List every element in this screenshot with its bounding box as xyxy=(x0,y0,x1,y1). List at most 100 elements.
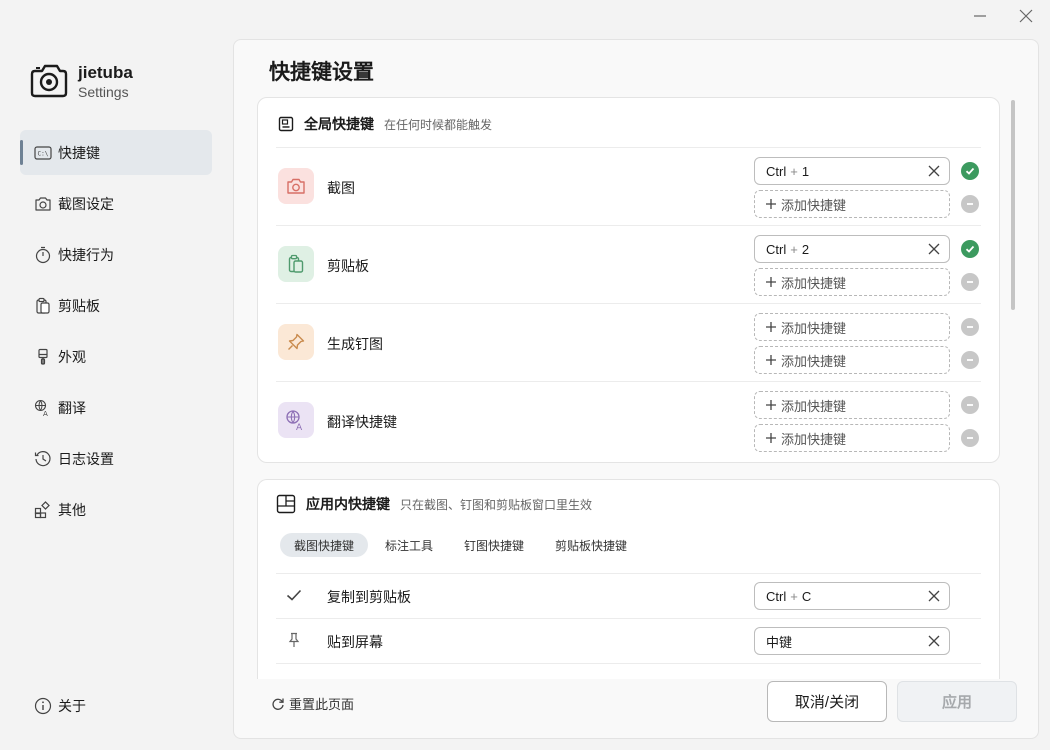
hotkey-field[interactable]: Ctrl +1 xyxy=(754,157,950,185)
sidebar-item-label: 快捷行为 xyxy=(58,246,114,263)
checkmark-icon xyxy=(286,588,302,605)
clear-icon[interactable] xyxy=(927,634,941,648)
main-panel: 快捷键设置 全局快捷键 在任何时候都能触发 截图 Ctrl +1 添加快捷键 剪… xyxy=(233,39,1039,739)
sidebar-item-label: 外观 xyxy=(58,348,86,365)
add-hotkey-label: 添加快捷键 xyxy=(781,197,847,213)
remove-icon[interactable] xyxy=(961,429,979,447)
add-hotkey-label: 添加快捷键 xyxy=(781,398,847,414)
sidebar-nav: C:\ 快捷键 截图设定 快捷行为 剪贴板 外观 A 翻译 日志设置 其他 xyxy=(20,130,212,538)
key-modifier: Ctrl xyxy=(766,163,787,179)
add-hotkey-button[interactable]: 添加快捷键 xyxy=(754,190,950,218)
hotkey-row-label: 翻译快捷键 xyxy=(327,414,397,430)
sidebar-item-behavior[interactable]: 快捷行为 xyxy=(20,232,212,277)
sidebar-item-clipboard[interactable]: 剪贴板 xyxy=(20,283,212,328)
clear-icon[interactable] xyxy=(927,242,941,256)
camera-logo-icon xyxy=(30,62,68,101)
key-value: C xyxy=(801,588,812,604)
hotkey-row-translate: A 翻译快捷键 添加快捷键 添加快捷键 xyxy=(276,381,981,459)
reset-page-button[interactable]: 重置此页面 xyxy=(271,694,354,713)
pushpin-icon xyxy=(288,632,300,651)
card-header: 应用内快捷键 只在截图、钉图和剪贴板窗口里生效 xyxy=(276,494,592,514)
remove-icon[interactable] xyxy=(961,273,979,291)
add-hotkey-button[interactable]: 添加快捷键 xyxy=(754,346,950,374)
inapp-tabs: 截图快捷键 标注工具 钉图快捷键 剪贴板快捷键 xyxy=(280,533,644,557)
info-icon xyxy=(34,697,52,715)
sidebar-item-label: 其他 xyxy=(58,501,86,518)
inapp-row-label: 复制到剪贴板 xyxy=(327,589,411,605)
hotkey-row-screenshot: 截图 Ctrl +1 添加快捷键 xyxy=(276,147,981,225)
inapp-row-label: 贴到屏幕 xyxy=(327,634,383,650)
apply-button[interactable]: 应用 xyxy=(897,681,1017,722)
scrollbar[interactable] xyxy=(1011,100,1015,310)
sidebar-item-label: 截图设定 xyxy=(58,195,114,212)
global-hotkeys-card: 全局快捷键 在任何时候都能触发 截图 Ctrl +1 添加快捷键 剪贴板 Ctr… xyxy=(257,97,1000,463)
plus-icon xyxy=(766,400,776,410)
add-hotkey-label: 添加快捷键 xyxy=(781,353,847,369)
key-separator: + xyxy=(790,588,798,604)
add-hotkey-button[interactable]: 添加快捷键 xyxy=(754,313,950,341)
brush-icon xyxy=(38,348,48,365)
sidebar-item-label: 快捷键 xyxy=(58,144,100,161)
card-title: 应用内快捷键 xyxy=(306,496,390,512)
hotkey-row-label: 生成钉图 xyxy=(327,336,383,352)
sidebar-item-label: 翻译 xyxy=(58,399,86,416)
remove-icon[interactable] xyxy=(961,195,979,213)
sidebar-item-screenshot[interactable]: 截图设定 xyxy=(20,181,212,226)
hotkey-row-label: 剪贴板 xyxy=(327,258,369,274)
sidebar-item-appearance[interactable]: 外观 xyxy=(20,334,212,379)
clear-icon[interactable] xyxy=(927,589,941,603)
tab-clipboard-hotkeys[interactable]: 剪贴板快捷键 xyxy=(541,533,641,557)
global-hotkey-icon xyxy=(278,116,294,132)
clipboard-icon xyxy=(278,246,314,282)
remove-icon[interactable] xyxy=(961,318,979,336)
card-subtitle: 只在截图、钉图和剪贴板窗口里生效 xyxy=(400,497,593,512)
minimize-icon[interactable] xyxy=(970,6,990,26)
tab-pin-hotkeys[interactable]: 钉图快捷键 xyxy=(450,533,538,557)
inapp-row-copy: 复制到剪贴板 Ctrl + C xyxy=(276,573,981,618)
key-separator: + xyxy=(790,241,798,257)
hotkey-field[interactable]: Ctrl +2 xyxy=(754,235,950,263)
translate-icon: A xyxy=(34,399,48,417)
keyboard-icon: C:\ xyxy=(34,145,52,160)
remove-icon[interactable] xyxy=(961,351,979,369)
plus-icon xyxy=(766,355,776,365)
card-header: 全局快捷键 在任何时候都能触发 xyxy=(278,114,492,134)
plus-icon xyxy=(766,433,776,443)
close-icon[interactable] xyxy=(1016,6,1036,26)
sidebar-item-other[interactable]: 其他 xyxy=(20,487,212,532)
hotkey-field[interactable]: 中键 xyxy=(754,627,950,655)
apps-icon xyxy=(34,500,50,518)
window-controls xyxy=(970,6,1036,26)
svg-text:A: A xyxy=(43,410,48,417)
app-subtitle: Settings xyxy=(78,83,129,100)
remove-icon[interactable] xyxy=(961,396,979,414)
window-layout-icon xyxy=(276,494,296,514)
pin-icon xyxy=(278,324,314,360)
sidebar-item-logs[interactable]: 日志设置 xyxy=(20,436,212,481)
svg-text:C:\: C:\ xyxy=(38,150,49,157)
svg-text:A: A xyxy=(296,423,303,431)
page-title: 快捷键设置 xyxy=(269,61,374,84)
clear-icon[interactable] xyxy=(927,164,941,178)
sidebar-item-about[interactable]: 关于 xyxy=(34,696,86,716)
tab-screenshot-hotkeys[interactable]: 截图快捷键 xyxy=(280,533,369,557)
hotkey-field[interactable]: Ctrl + C xyxy=(754,582,950,610)
camera-icon xyxy=(35,196,51,211)
add-hotkey-button[interactable]: 添加快捷键 xyxy=(754,424,950,452)
translate-icon: A xyxy=(278,402,314,438)
card-title: 全局快捷键 xyxy=(304,116,374,132)
add-hotkey-label: 添加快捷键 xyxy=(781,431,847,447)
cancel-close-button[interactable]: 取消/关闭 xyxy=(767,681,887,722)
key-modifier: Ctrl xyxy=(766,588,787,604)
plus-icon xyxy=(766,322,776,332)
sidebar-item-hotkeys[interactable]: C:\ 快捷键 xyxy=(20,130,212,175)
tab-annotation-tools[interactable]: 标注工具 xyxy=(371,533,447,557)
sidebar-item-translate[interactable]: A 翻译 xyxy=(20,385,212,430)
add-hotkey-button[interactable]: 添加快捷键 xyxy=(754,391,950,419)
about-label: 关于 xyxy=(58,698,86,714)
reset-page-label: 重置此页面 xyxy=(289,697,355,712)
add-hotkey-button[interactable]: 添加快捷键 xyxy=(754,268,950,296)
add-hotkey-label: 添加快捷键 xyxy=(781,275,847,291)
hotkey-row-clipboard: 剪贴板 Ctrl +2 添加快捷键 xyxy=(276,225,981,303)
inapp-hotkeys-card: 应用内快捷键 只在截图、钉图和剪贴板窗口里生效 截图快捷键 标注工具 钉图快捷键… xyxy=(257,479,1000,679)
